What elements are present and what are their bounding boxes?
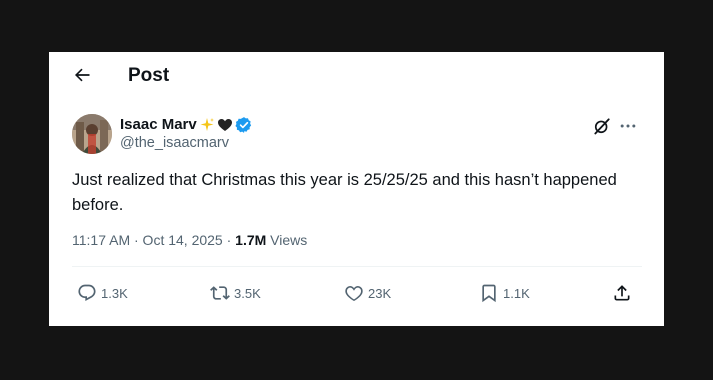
share-icon: [614, 285, 630, 301]
page-title: Post: [128, 65, 170, 86]
post-header: Post: [49, 52, 664, 100]
like-count: 23K: [368, 285, 392, 301]
avatar[interactable]: [72, 114, 112, 154]
divider: [72, 266, 642, 267]
grok-icon: [594, 118, 610, 135]
bookmark-icon: [482, 284, 496, 303]
back-button[interactable]: [71, 64, 93, 86]
verified-badge-icon: [235, 116, 253, 134]
post-timestamp[interactable]: 11:17 AM · Oct 14, 2025 ·: [72, 232, 235, 248]
share-button[interactable]: [612, 282, 632, 304]
post-text: Just realized that Christmas this year i…: [72, 171, 617, 214]
repost-button[interactable]: 3.5K: [210, 282, 261, 304]
post-meta: 11:17 AM · Oct 14, 2025 · 1.7M Views: [72, 232, 307, 248]
more-horizontal-icon: [620, 124, 636, 128]
views-label: Views: [266, 232, 308, 248]
sparkles-icon: [199, 117, 215, 133]
avatar-image: [72, 114, 112, 154]
action-bar: 1.3K 3.5K 23K 1.1K: [49, 282, 664, 306]
repost-count: 3.5K: [234, 285, 261, 301]
bookmark-button[interactable]: 1.1K: [479, 282, 530, 304]
like-button[interactable]: 23K: [344, 282, 391, 304]
black-heart-icon: [217, 117, 233, 133]
more-options-button[interactable]: [617, 115, 639, 137]
author-name[interactable]: Isaac Marv: [120, 116, 197, 133]
bookmark-count: 1.1K: [503, 285, 530, 301]
arrow-left-icon: [75, 68, 90, 82]
author-handle[interactable]: @the_isaacmarv: [120, 135, 253, 151]
repost-icon: [210, 286, 230, 300]
reply-count: 1.3K: [101, 285, 128, 301]
heart-icon: [345, 286, 363, 301]
views-count: 1.7M: [235, 232, 267, 248]
author-info: Isaac Marv @the_isaacmarv: [120, 115, 253, 151]
reply-button[interactable]: 1.3K: [77, 282, 128, 304]
post-card: Post Isaac Marv @the_isaacmarv Just real…: [49, 52, 664, 326]
grok-button[interactable]: [591, 115, 613, 137]
reply-icon: [78, 284, 96, 301]
